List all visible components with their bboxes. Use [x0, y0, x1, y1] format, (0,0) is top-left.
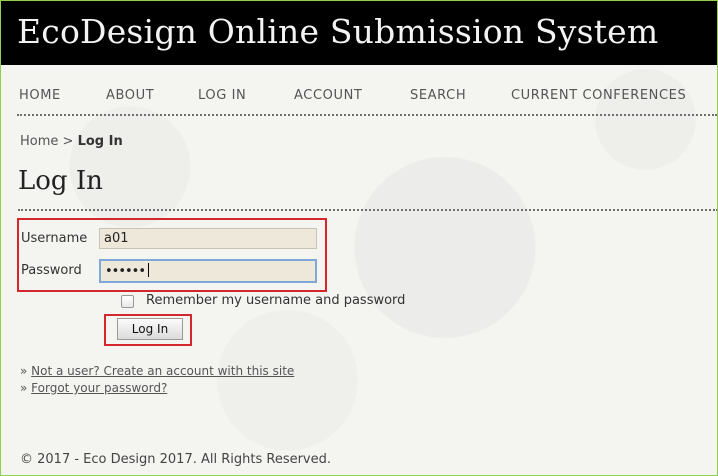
link-bullet: »: [20, 381, 28, 395]
link-bullet: »: [20, 364, 28, 378]
nav-current-conferences[interactable]: CURRENT CONFERENCES: [511, 88, 686, 103]
text-caret: [148, 263, 150, 277]
nav-about[interactable]: ABOUT: [106, 88, 154, 103]
nav-home[interactable]: HOME: [19, 88, 61, 103]
nav-search[interactable]: SEARCH: [410, 88, 466, 103]
breadcrumb-separator: >: [62, 134, 74, 149]
footer-copyright: © 2017 - Eco Design 2017. All Rights Res…: [20, 452, 332, 467]
site-title: EcoDesign Online Submission System: [17, 12, 659, 51]
password-label: Password: [21, 263, 82, 278]
forgot-password-row: » Forgot your password?: [20, 381, 167, 395]
forgot-password-link[interactable]: Forgot your password?: [31, 381, 167, 395]
password-field[interactable]: ••••••: [99, 259, 317, 283]
breadcrumb-current: Log In: [77, 134, 123, 149]
breadcrumb: Home > Log In: [20, 134, 123, 149]
username-field[interactable]: a01: [99, 228, 317, 249]
nav-login[interactable]: LOG IN: [198, 88, 246, 103]
nav-account[interactable]: ACCOUNT: [294, 88, 362, 103]
site-header: EcoDesign Online Submission System: [1, 1, 717, 65]
login-button[interactable]: Log In: [117, 318, 183, 340]
create-account-row: » Not a user? Create an account with thi…: [20, 364, 294, 378]
username-label: Username: [21, 231, 88, 246]
password-value: ••••••: [105, 264, 146, 279]
create-account-link[interactable]: Not a user? Create an account with this …: [31, 364, 294, 378]
page-frame: EcoDesign Online Submission System HOME …: [0, 0, 718, 476]
username-value: a01: [104, 231, 129, 246]
page-title: Log In: [18, 166, 717, 211]
main-nav: HOME ABOUT LOG IN ACCOUNT SEARCH CURRENT…: [17, 80, 717, 116]
breadcrumb-home[interactable]: Home: [20, 134, 58, 149]
remember-me-checkbox[interactable]: [121, 295, 134, 308]
remember-me-label: Remember my username and password: [146, 293, 406, 308]
